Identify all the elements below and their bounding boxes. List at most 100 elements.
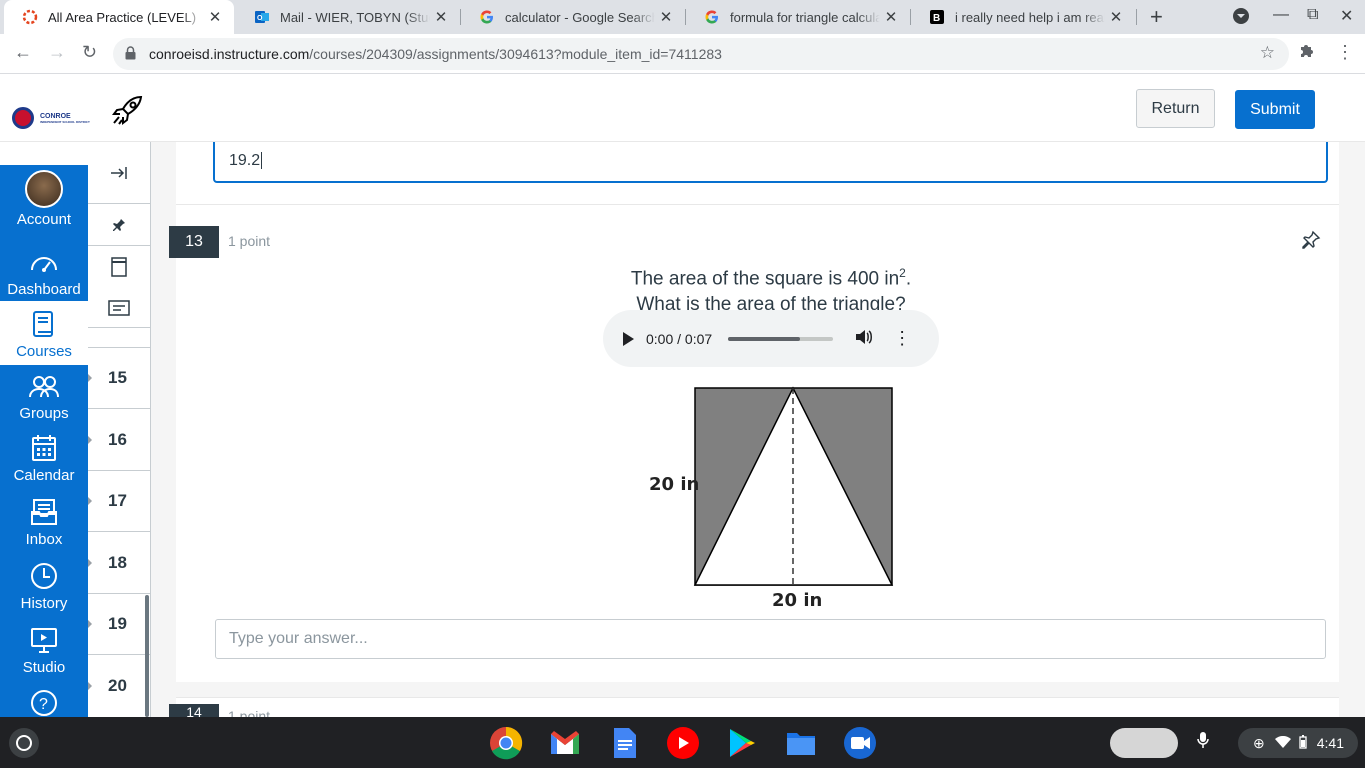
period: . <box>905 268 912 290</box>
files-icon[interactable] <box>783 725 819 761</box>
base-length-label: 20 in <box>772 590 823 611</box>
reload-icon[interactable]: ↻ <box>82 42 97 63</box>
previous-answer-input[interactable]: 19.2​ <box>213 142 1328 183</box>
nav-dashboard[interactable]: Dashboard <box>0 247 88 299</box>
notes-icon[interactable] <box>88 288 150 328</box>
close-icon[interactable]: ✕ <box>430 8 452 26</box>
question-number-badge: 13 <box>169 226 219 258</box>
restore-icon[interactable]: ⧉ <box>1307 6 1318 24</box>
bookmark-star-icon[interactable]: ☆ <box>1260 43 1275 63</box>
bookmark-icon[interactable] <box>88 246 150 288</box>
nav-studio[interactable]: Studio <box>0 625 88 685</box>
audio-time: 0:00 / 0:07 <box>646 330 713 347</box>
window-close-icon[interactable]: ✕ <box>1340 6 1353 26</box>
docs-icon[interactable] <box>607 725 643 761</box>
volume-icon[interactable] <box>855 329 873 348</box>
forward-icon[interactable]: → <box>48 42 66 63</box>
close-icon[interactable]: ✕ <box>655 8 677 26</box>
youtube-icon[interactable] <box>665 725 701 761</box>
answer-input[interactable]: Type your answer... <box>215 619 1326 659</box>
brainly-icon: B <box>929 9 945 25</box>
url-host: conroeisd.instructure.com <box>149 46 310 62</box>
status-tray[interactable]: ⊕ 4:41 <box>1238 728 1358 758</box>
question-number: 18 <box>108 552 127 572</box>
address-bar[interactable]: conroeisd.instructure.com/courses/204309… <box>113 38 1289 70</box>
meet-icon[interactable] <box>842 725 878 761</box>
logo-text: CONROE <box>40 112 71 120</box>
chromeos-shelf: ⊕ 4:41 <box>0 717 1365 768</box>
tab-title: Mail - WIER, TOBYN (Student) <box>280 9 430 25</box>
groups-icon <box>29 371 59 401</box>
nav-calendar[interactable]: Calendar <box>0 433 88 493</box>
nav-inbox[interactable]: Inbox <box>0 497 88 557</box>
launcher-icon[interactable] <box>9 728 39 758</box>
avatar <box>25 170 63 208</box>
canvas-header: CONROE INDEPENDENT SCHOOL DISTRICT Retur… <box>0 75 1365 142</box>
close-icon[interactable]: ✕ <box>204 8 226 26</box>
question-nav-item[interactable]: 20 <box>88 655 150 717</box>
google-icon <box>704 9 720 25</box>
gmail-icon[interactable] <box>547 725 583 761</box>
extensions-puzzle-icon[interactable] <box>1298 42 1316 65</box>
more-options-icon[interactable]: ⋮ <box>893 328 911 349</box>
studio-icon <box>30 625 58 655</box>
question-nav-item[interactable]: 19 <box>88 594 150 655</box>
tab-all-area-practice[interactable]: All Area Practice (LEVEL) ✕ <box>4 0 234 34</box>
minimize-icon[interactable]: — <box>1273 6 1289 24</box>
pin-question-icon[interactable] <box>1301 230 1321 255</box>
battery-icon <box>1299 734 1307 752</box>
tab-mail[interactable]: O Mail - WIER, TOBYN (Student) ✕ <box>236 0 460 34</box>
back-icon[interactable]: ← <box>14 42 32 63</box>
question-nav-item[interactable]: 17 <box>88 471 150 532</box>
microphone-icon[interactable] <box>1197 731 1209 753</box>
chrome-icon[interactable] <box>488 725 524 761</box>
question-number: 15 <box>108 368 127 387</box>
question-points: 1 point <box>228 708 271 717</box>
question-number: 20 <box>108 676 127 695</box>
holding-space-icon[interactable] <box>1110 728 1178 758</box>
nav-account[interactable]: Account <box>0 170 88 233</box>
audio-progress-fill <box>728 336 800 341</box>
inbox-icon <box>30 497 58 527</box>
conroe-isd-logo[interactable]: CONROE INDEPENDENT SCHOOL DISTRICT <box>12 107 90 129</box>
submit-button[interactable]: Submit <box>1235 90 1315 129</box>
nav-history[interactable]: History <box>0 561 88 621</box>
nav-label: History <box>20 595 68 612</box>
audio-progress-bar[interactable] <box>728 336 834 341</box>
question-nav-item[interactable]: 18 <box>88 532 150 594</box>
dashboard-icon <box>29 247 59 277</box>
pin-icon[interactable] <box>88 204 150 246</box>
question-points: 1 point <box>228 233 271 249</box>
question-line-1-text: The area of the square is 400 in <box>630 268 900 290</box>
return-button[interactable]: Return <box>1136 89 1215 128</box>
tab-calculator-search[interactable]: calculator - Google Search ✕ <box>461 0 685 34</box>
browser-menu-icon[interactable]: ⋮ <box>1336 42 1354 63</box>
clock: 4:41 <box>1316 735 1344 751</box>
tab-brainly-help[interactable]: B i really need help i am really ✕ <box>911 0 1135 34</box>
add-icon: ⊕ <box>1253 734 1265 751</box>
superscript: 2 <box>899 266 906 280</box>
question-nav-scrollbar[interactable] <box>145 595 149 717</box>
question-nav-item[interactable]: 16 <box>88 409 150 471</box>
side-length-label: 20 in <box>649 474 700 495</box>
nav-groups[interactable]: Groups <box>0 371 88 427</box>
tab-search-icon[interactable] <box>1232 7 1250 30</box>
play-store-icon[interactable] <box>724 725 760 761</box>
question-number: 17 <box>108 491 127 510</box>
question-line-1: The area of the square is 400 in2. <box>451 260 1091 292</box>
collapse-panel-icon[interactable] <box>88 142 150 204</box>
play-icon[interactable] <box>623 331 634 346</box>
wifi-icon <box>1274 735 1291 751</box>
nav-label: Groups <box>19 405 69 422</box>
nav-label: Account <box>16 211 72 228</box>
nav-courses[interactable]: Courses <box>0 301 88 365</box>
outlook-icon: O <box>254 9 270 25</box>
nav-help[interactable]: ? <box>0 689 88 719</box>
square-triangle-figure: 20 in 20 in <box>646 385 906 615</box>
question-nav-item[interactable]: 15 <box>88 348 150 409</box>
new-tab-plus-icon[interactable]: + <box>1150 4 1163 30</box>
canvas-icon <box>22 9 38 25</box>
close-icon[interactable]: ✕ <box>1105 8 1127 26</box>
tab-triangle-formula[interactable]: formula for triangle calculator ✕ <box>686 0 910 34</box>
close-icon[interactable]: ✕ <box>880 8 902 26</box>
